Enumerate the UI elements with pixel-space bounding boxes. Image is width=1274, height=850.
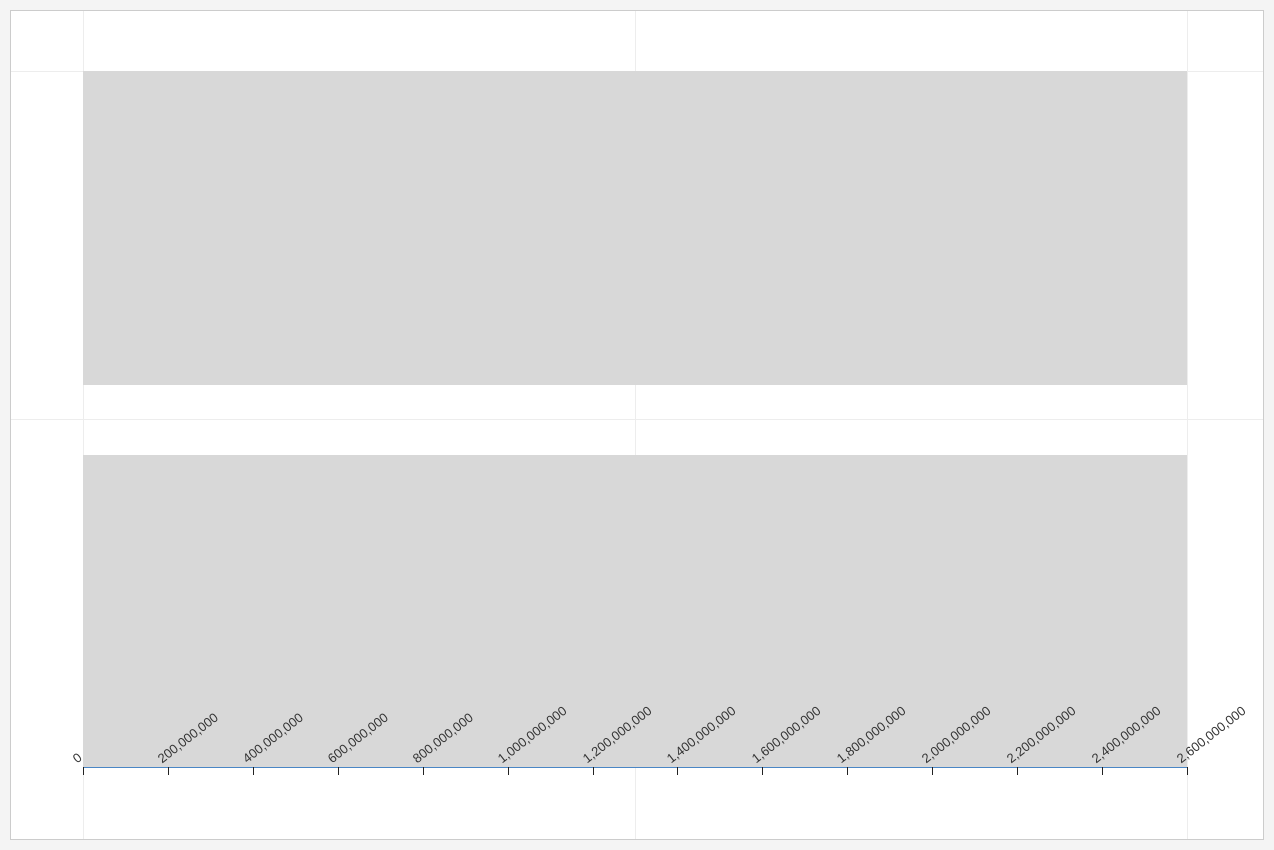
x-tick	[423, 767, 424, 775]
x-tick	[932, 767, 933, 775]
grid-line-vertical	[1187, 11, 1188, 839]
x-tick	[338, 767, 339, 775]
grid-line-horizontal	[11, 419, 1263, 420]
x-tick	[762, 767, 763, 775]
x-tick	[1187, 767, 1188, 775]
x-tick	[593, 767, 594, 775]
chart-container: 0 200,000,000 400,000,000 600,000,000 80…	[10, 10, 1264, 840]
x-tick	[168, 767, 169, 775]
x-tick	[508, 767, 509, 775]
x-tick	[847, 767, 848, 775]
x-tick	[253, 767, 254, 775]
x-axis-line	[83, 767, 1187, 768]
x-tick	[677, 767, 678, 775]
x-tick	[83, 767, 84, 775]
x-tick	[1102, 767, 1103, 775]
bar-row-0	[83, 71, 1187, 385]
x-tick	[1017, 767, 1018, 775]
